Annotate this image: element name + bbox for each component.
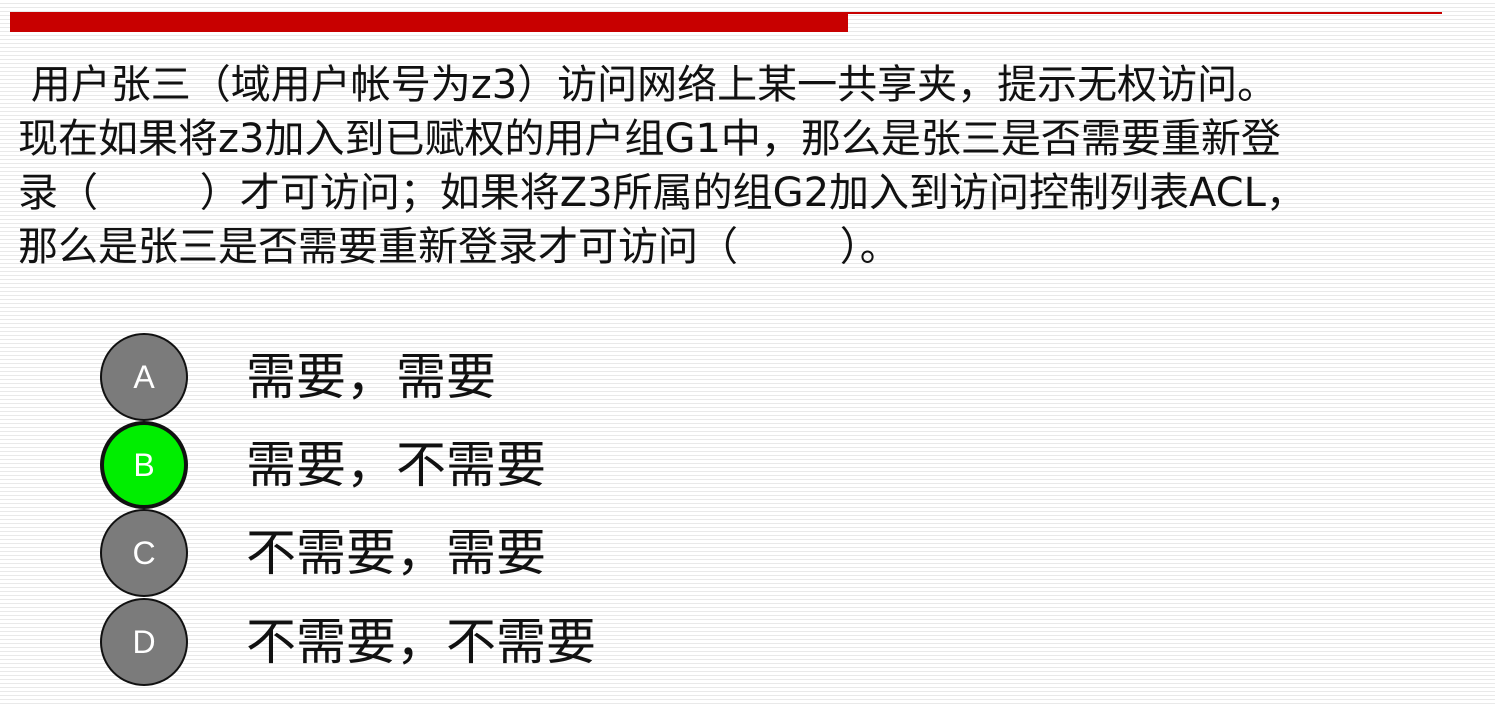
title-bar <box>10 12 848 32</box>
option-a-label: 需要，需要 <box>246 348 496 406</box>
option-d[interactable]: D 不需要，不需要 <box>100 598 800 688</box>
question-line: 那么是张三是否需要重新登录才可访问（ ）。 <box>18 224 900 270</box>
option-b-label: 需要，不需要 <box>246 436 546 494</box>
option-c-label: 不需要，需要 <box>246 524 546 582</box>
option-b[interactable]: B 需要，不需要 <box>100 421 800 511</box>
title-rule <box>848 12 1442 14</box>
option-c[interactable]: C 不需要，需要 <box>100 509 800 599</box>
option-b-marker[interactable]: B <box>100 421 188 509</box>
option-d-marker[interactable]: D <box>100 598 188 686</box>
question-line: 录（ ）才可访问；如果将Z3所属的组G2加入到访问控制列表ACL， <box>18 170 1306 216</box>
question-text: 用户张三（域用户帐号为z3）访问网络上某一共享夹，提示无权访问。 现在如果将z3… <box>18 58 1488 274</box>
option-d-label: 不需要，不需要 <box>246 613 596 671</box>
option-a[interactable]: A 需要，需要 <box>100 333 800 423</box>
question-line: 用户张三（域用户帐号为z3）访问网络上某一共享夹，提示无权访问。 <box>18 62 1278 108</box>
option-a-marker[interactable]: A <box>100 333 188 421</box>
question-line: 现在如果将z3加入到已赋权的用户组G1中，那么是张三是否需要重新登 <box>18 116 1281 162</box>
option-c-marker[interactable]: C <box>100 509 188 597</box>
